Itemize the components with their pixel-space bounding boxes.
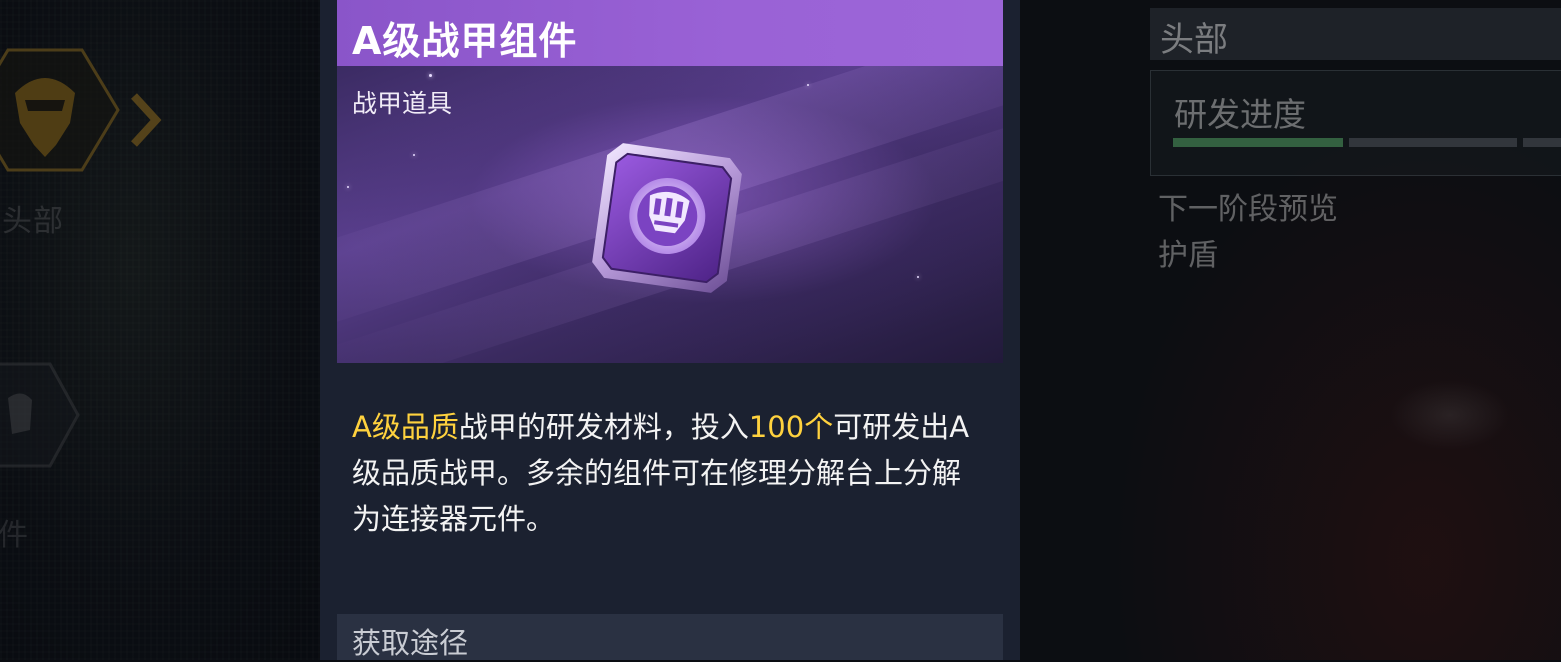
progress-segment-filled xyxy=(1173,138,1343,147)
description-text: 战甲的研发材料，投入 xyxy=(458,410,749,444)
sparkle xyxy=(917,276,919,278)
next-stage-preview-label: 下一阶段预览 xyxy=(1158,192,1338,227)
description-highlight-amount: 100个 xyxy=(748,410,834,444)
dim-overlay-left xyxy=(0,0,330,660)
next-stage-item: 护盾 xyxy=(1158,238,1218,273)
sparkle xyxy=(413,154,415,156)
research-progress-label: 研发进度 xyxy=(1174,95,1306,134)
progress-segment-empty xyxy=(1523,138,1561,147)
item-category: 战甲道具 xyxy=(352,89,453,118)
progress-segment-empty xyxy=(1349,138,1517,147)
acquisition-label: 获取途径 xyxy=(352,626,469,660)
background-glow xyxy=(1390,380,1510,450)
sparkle xyxy=(347,186,349,188)
right-panel-title: 头部 xyxy=(1160,20,1228,60)
description-highlight-quality: A级品质 xyxy=(352,410,459,444)
item-title: A级战甲组件 xyxy=(352,19,578,63)
sparkle xyxy=(807,84,809,86)
sparkle xyxy=(429,74,432,77)
item-description: A级品质战甲的研发材料，投入100个可研发出A级品质战甲。多余的组件可在修理分解… xyxy=(352,404,982,542)
armor-component-icon xyxy=(592,143,742,293)
